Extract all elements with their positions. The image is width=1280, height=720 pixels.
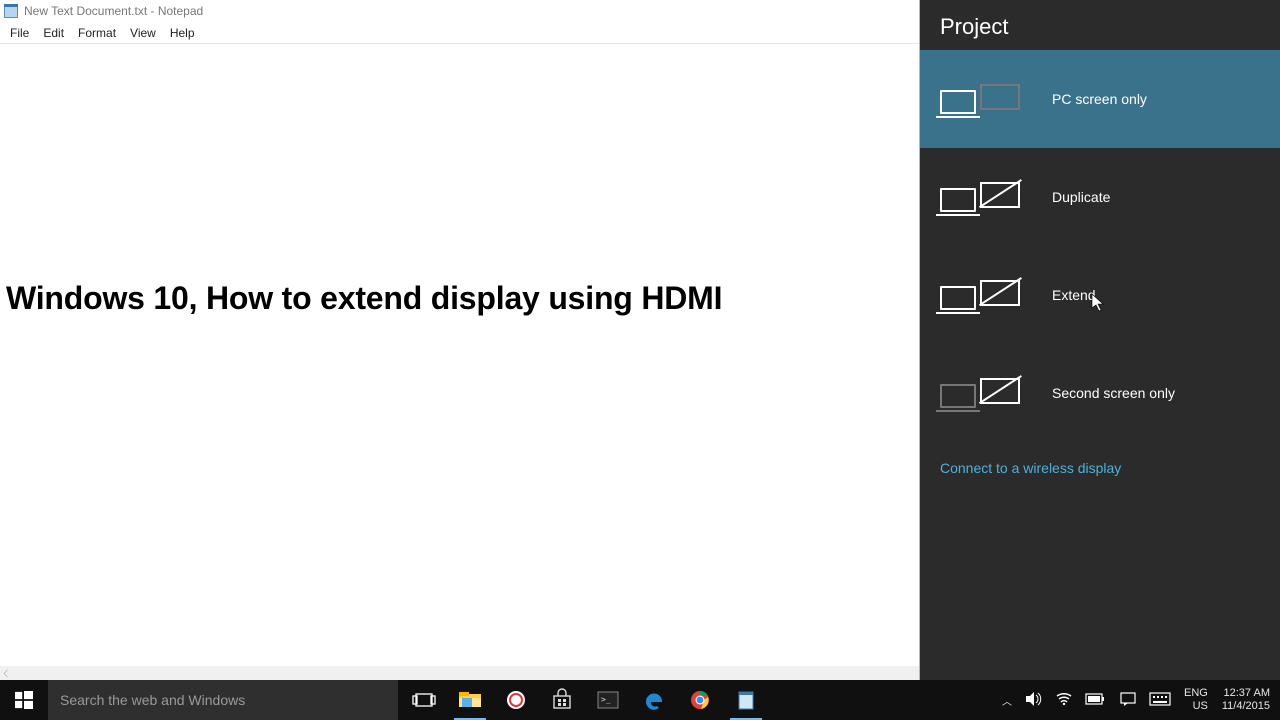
action-center-icon[interactable] <box>1120 692 1136 709</box>
taskbar-pin-app-a[interactable] <box>496 680 536 720</box>
taskbar: Search the web and Windows <box>0 680 1280 720</box>
taskbar-pin-file-explorer[interactable] <box>450 680 490 720</box>
notepad-textarea[interactable]: Windows 10, How to extend display using … <box>0 44 919 680</box>
taskbar-pin-store[interactable] <box>542 680 582 720</box>
notepad-window: New Text Document.txt - Notepad File Edi… <box>0 0 920 680</box>
notepad-titlebar[interactable]: New Text Document.txt - Notepad <box>0 0 919 22</box>
project-flyout: Project PC screen only Duplicate Extend … <box>920 0 1280 680</box>
taskbar-pinned-area: >_ <box>398 680 772 720</box>
project-item-label: PC screen only <box>1052 91 1147 107</box>
taskbar-pin-chrome[interactable] <box>680 680 720 720</box>
project-item-label: Second screen only <box>1052 385 1175 401</box>
tray-overflow-button[interactable]: ︿ <box>1002 693 1012 708</box>
project-item-duplicate[interactable]: Duplicate <box>920 148 1280 246</box>
task-view-icon <box>414 692 434 708</box>
taskbar-pin-edge[interactable] <box>634 680 674 720</box>
network-icon[interactable] <box>1056 692 1072 709</box>
project-item-pc-screen-only[interactable]: PC screen only <box>920 50 1280 148</box>
menu-file[interactable]: File <box>4 24 35 42</box>
taskbar-pin-terminal[interactable]: >_ <box>588 680 628 720</box>
menu-edit[interactable]: Edit <box>37 24 70 42</box>
chrome-icon <box>690 690 710 710</box>
circle-app-icon <box>506 690 526 710</box>
notepad-taskbar-icon <box>738 690 754 710</box>
clock[interactable]: 12:37 AM 11/4/2015 <box>1222 687 1270 713</box>
connect-wireless-display-link[interactable]: Connect to a wireless display <box>920 442 1280 494</box>
duplicate-icon <box>940 182 1024 212</box>
menu-help[interactable]: Help <box>164 24 201 42</box>
task-view-button[interactable] <box>404 680 444 720</box>
system-tray: ︿ ENG US 12:37 AM 11/4/2015 <box>992 680 1280 720</box>
keyboard-icon[interactable] <box>1150 692 1170 708</box>
windows-logo-icon <box>15 691 33 709</box>
terminal-icon: >_ <box>598 692 618 708</box>
clock-date: 11/4/2015 <box>1222 700 1270 713</box>
store-icon <box>553 691 571 709</box>
volume-icon[interactable] <box>1026 692 1042 709</box>
lang-line1: ENG <box>1184 687 1208 700</box>
edge-icon <box>644 690 664 710</box>
notepad-icon <box>4 4 18 18</box>
menu-view[interactable]: View <box>124 24 162 42</box>
lang-line2: US <box>1193 700 1208 713</box>
svg-text:>_: >_ <box>601 695 611 704</box>
taskbar-search[interactable]: Search the web and Windows <box>48 680 398 720</box>
project-item-label: Extend <box>1052 287 1096 303</box>
search-placeholder: Search the web and Windows <box>60 692 245 708</box>
horizontal-scrollbar[interactable] <box>0 666 919 680</box>
taskbar-pin-notepad[interactable] <box>726 680 766 720</box>
file-explorer-icon <box>459 692 481 708</box>
start-button[interactable] <box>0 680 48 720</box>
notepad-menubar: File Edit Format View Help <box>0 22 919 44</box>
second-screen-only-icon <box>940 378 1024 408</box>
project-item-extend[interactable]: Extend <box>920 246 1280 344</box>
menu-format[interactable]: Format <box>72 24 122 42</box>
project-item-label: Duplicate <box>1052 189 1110 205</box>
extend-icon <box>940 280 1024 310</box>
project-item-second-screen-only[interactable]: Second screen only <box>920 344 1280 442</box>
clock-time: 12:37 AM <box>1224 687 1270 700</box>
battery-icon[interactable] <box>1086 692 1106 708</box>
project-title: Project <box>920 0 1280 50</box>
pc-screen-only-icon <box>940 84 1024 114</box>
notepad-content: Windows 10, How to extend display using … <box>6 280 913 317</box>
language-indicator[interactable]: ENG US <box>1184 687 1208 713</box>
notepad-title: New Text Document.txt - Notepad <box>24 4 203 18</box>
